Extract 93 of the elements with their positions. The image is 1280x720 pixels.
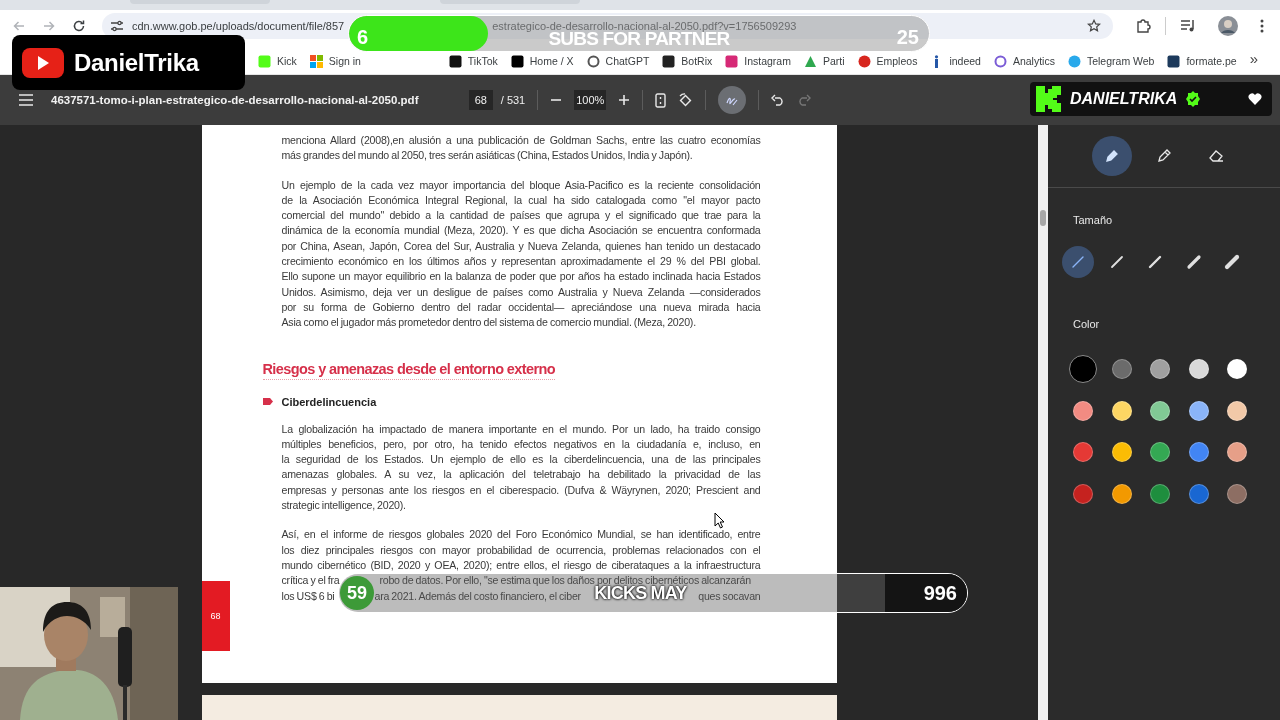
size-label: Tamaño: [1073, 214, 1114, 226]
body-text-line: Así, en el informe de riesgos globales 2020 del Foro Económico Mundial, se han identificado, entre: [281, 527, 761, 543]
body-text-line: Un ejemplo de la cada vez mayor importancia del bloque Asia-Pacifico es la reciente consolidación: [281, 177, 761, 193]
body-text-line: dinámica de la economía mundial (Meza, 2020). Y es que dicha Asociación se encuentra conformada: [281, 223, 761, 239]
bookmark-link[interactable]: Telegram Web: [1067, 48, 1155, 68]
favicon-icon: [803, 54, 817, 68]
body-text-line: strategic intelligence, 2020).: [281, 498, 407, 514]
body-text-line: Asia como el jugador más prometedor dentro del sistema de comercio mundial. (Meza, 2020).: [281, 315, 697, 331]
stroke-line-icon: [1185, 254, 1202, 270]
bookmark-link[interactable]: ChatGPT: [586, 48, 650, 68]
favicon-icon: [993, 54, 1007, 68]
bullet-icon: [262, 398, 273, 406]
favicon-icon: [725, 54, 739, 68]
bookmark-link[interactable]: Kick: [258, 48, 297, 68]
media-control-icon[interactable]: [1180, 19, 1196, 33]
more-menu-icon[interactable]: [1260, 19, 1264, 33]
bookmark-link[interactable]: indeed: [930, 48, 981, 68]
more-bookmarks-button[interactable]: »: [1249, 49, 1258, 67]
body-text-line: más grandes del mundo al 2050, tres serán asiáticas (China, Estados Unidos, India y Japón).: [281, 148, 694, 164]
menu-icon[interactable]: [19, 94, 33, 106]
bookmark-link[interactable]: Home / X: [510, 48, 574, 68]
goal-target: 996: [923, 581, 957, 605]
undo-icon[interactable]: [771, 94, 786, 106]
body-text-line: múltiples beneficios, pero, por otro, ha tenido efectos negativos en la ciudadanía e, incluso, en: [281, 436, 761, 452]
stroke-line-icon: [1224, 254, 1240, 270]
bookmark-link[interactable]: formate.pe: [1167, 48, 1237, 68]
stroke-line-icon: [1070, 254, 1086, 270]
bookmark-link[interactable]: BotRix: [662, 48, 713, 68]
page-number: 68: [210, 611, 221, 621]
body-text-line: mundo cibernético (BID, 2020 y OEA, 2020); entre ellos, el riesgo de ciberataques a la infraestructura: [281, 557, 761, 573]
body-text-line: empresas y personas ante los riesgos en el ciberespacio. (Dufva & Wäyrynen, 2020; Prescient and: [281, 482, 761, 498]
site-settings-icon[interactable]: [110, 20, 124, 32]
favicon-icon: [857, 54, 871, 68]
bookmark-link[interactable]: TikTok: [448, 48, 498, 68]
body-text-line: La globalización ha impactado de manera importante en el mundo. Por un lado, ha traido consigo: [281, 421, 761, 437]
body-text-line: por China, Asean, Japón, Corea del Sur, Australia y Nueva Zelanda, quienes han tenido un destacado: [281, 238, 761, 254]
channel-name: DANIELTRIKA: [1070, 90, 1178, 108]
favicon-icon: [448, 54, 462, 68]
rotate-icon[interactable]: [678, 92, 694, 108]
body-text-line: Unidos. Asimismo, deja ver un desligue de países como Australia y Nueva Zelanda —considerados: [281, 284, 761, 300]
body-text-fragment: ara 2021. Además del costo financiero, el ciber: [374, 588, 581, 604]
eraser-icon: [1208, 148, 1224, 164]
pencil-icon: [1156, 148, 1172, 164]
mouse-cursor-icon: [714, 512, 725, 529]
body-text-fragment: robo de datos. Por ello, "se estima que los daños por delitos cibernéticos alcanzarán: [379, 573, 751, 587]
body-text-line: amenazas globales. A su vez, la aplicación del teletrabajo ha debilitado la privacidad de las: [281, 467, 761, 483]
zoom-in-icon[interactable]: [618, 94, 631, 106]
bookmark-link[interactable]: Sign in: [309, 48, 361, 68]
k-logo-icon: [1036, 86, 1062, 112]
bookmark-link[interactable]: Instagram: [725, 48, 791, 68]
body-text-line: los diez principales riesgos con mayor probabilidad de ocurrencia, problemas relacionados con el: [281, 542, 761, 558]
page-total: / 531: [500, 94, 526, 106]
profile-avatar-icon[interactable]: [1218, 16, 1238, 36]
bookmark-link[interactable]: Empleos: [857, 48, 918, 68]
stroke-line-icon: [1108, 254, 1125, 270]
favicon-icon: [510, 54, 524, 68]
scrollbar-thumb[interactable]: [1040, 210, 1046, 226]
body-text-fragment: los US$ 6 bi: [281, 588, 335, 604]
body-text-line: menciona Allard (2008),en alusión a una publicación de Goldman Sachs, entre las cuatro economías: [281, 133, 761, 148]
body-text-fragment: ques socavan: [698, 588, 761, 604]
pen-icon: [1104, 148, 1120, 164]
body-text-line: de la Asociación Económica Integral Regional, la cual ha sido catalogada como "el mayor pacto: [281, 192, 761, 208]
favicon-icon: [586, 54, 600, 68]
extensions-icon[interactable]: [1135, 18, 1151, 34]
section-heading: Riesgos y amenazas desde el entorno externo: [262, 360, 555, 380]
pen-tool-button[interactable]: [1092, 136, 1132, 176]
zoom-field[interactable]: 100%: [574, 90, 607, 110]
page-number-field[interactable]: 68: [468, 90, 493, 110]
play-logo-icon: [22, 47, 64, 78]
document-title: 4637571-tomo-i-plan-estrategico-de-desarrollo-nacional-al-2050.pdf: [51, 94, 419, 106]
heart-icon: [1248, 93, 1262, 105]
bookmark-link[interactable]: Analytics: [993, 48, 1055, 68]
favicon-icon: [662, 54, 676, 68]
color-swatch[interactable]: [1069, 354, 1097, 383]
annotate-button[interactable]: [718, 86, 747, 114]
fit-page-icon[interactable]: [655, 92, 667, 108]
favicon-icon: [1167, 54, 1181, 68]
favicon-icon: [258, 54, 271, 68]
body-text-line: por su forma de Gobierno dentro del radar occidental— apreciándose una nueva mirada hacia: [281, 299, 761, 315]
body-text-line: comercial del mundo" debido a la cantidad de países que agrupa y el significado que trae para la: [281, 208, 761, 224]
color-label: Color: [1073, 318, 1101, 330]
subsection-heading: Ciberdelincuencia: [281, 395, 377, 408]
stroke-line-icon: [1147, 254, 1163, 270]
bookmark-link[interactable]: Parti: [803, 48, 845, 68]
body-text-line: la seguridad de los Estados. Un ejemplo de ello es la ciberdelincuencia, una de las principales: [281, 452, 761, 468]
body-text-line: Ello supone un mayor equilibrio en la balanza de poder que por años ha estado inclinada hacia Estados: [281, 269, 761, 285]
favicon-icon: [309, 54, 323, 68]
body-text-line: crecimiento económico en los últimos años y representan aproximadamente el 29 % del PBI global.: [281, 254, 761, 270]
bookmark-star-icon[interactable]: [1087, 19, 1101, 33]
channel-name: DanielTrika: [74, 48, 199, 77]
body-text-fragment: crítica y el fra: [281, 573, 340, 589]
favicon-icon: [1067, 54, 1081, 68]
url-text: cdn.www.gob.pe/uploads/document/file/857: [132, 20, 345, 32]
